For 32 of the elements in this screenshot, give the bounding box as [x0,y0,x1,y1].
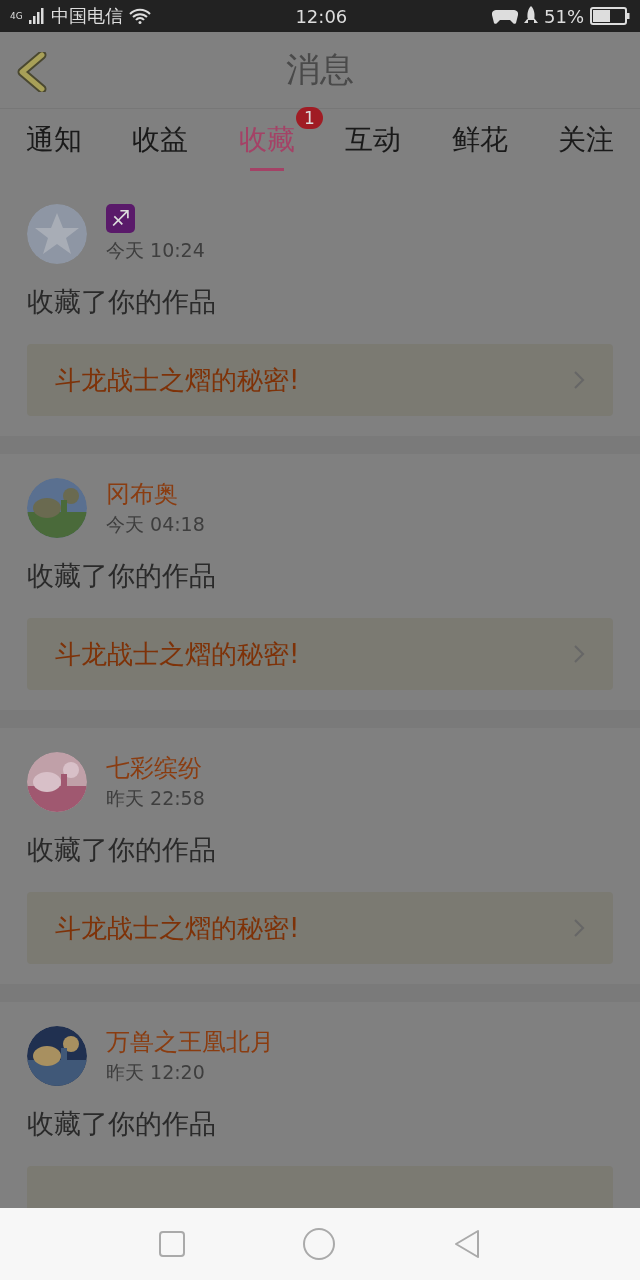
rocket-icon [524,6,538,26]
avatar-icon [27,204,87,264]
gamepad-icon [492,7,518,25]
user-name: 七彩缤纷 [106,753,203,784]
tab[interactable]: 通知 [26,109,82,180]
back-button[interactable] [452,1228,482,1260]
message-text: 收藏了你的作品 [27,1107,217,1141]
count-badge: 1 [295,107,323,129]
message-text: 收藏了你的作品 [27,559,217,593]
user-name: 冈布奥 [106,479,179,510]
back-icon[interactable] [16,52,48,92]
tab[interactable]: 互动 [345,109,402,180]
message-time: 今天 10:24 [106,238,205,263]
tab[interactable]: 鲜花 [451,109,508,180]
user-name: ♐ [106,204,135,233]
wifi-icon [128,8,151,24]
message-time: 今天 04:18 [106,512,205,537]
home-button[interactable] [302,1227,336,1261]
clock: 12:06 [295,5,348,27]
tab[interactable]: 关注 [557,109,614,180]
battery-icon [590,7,630,25]
battery-level: 51% [544,5,584,27]
network-type: 4G [10,11,23,21]
carrier-name: 中国电信 [50,4,123,28]
tab[interactable]: 收益 [132,109,189,180]
message-text: 收藏了你的作品 [27,833,217,867]
signal-icon [28,8,45,24]
message-text: 收藏了你的作品 [27,285,217,319]
recent-apps-button[interactable] [158,1230,186,1258]
message-time: 昨天 22:58 [106,786,205,811]
message-time: 昨天 12:20 [106,1060,206,1085]
user-name: 万兽之王凰北月 [106,1027,274,1058]
